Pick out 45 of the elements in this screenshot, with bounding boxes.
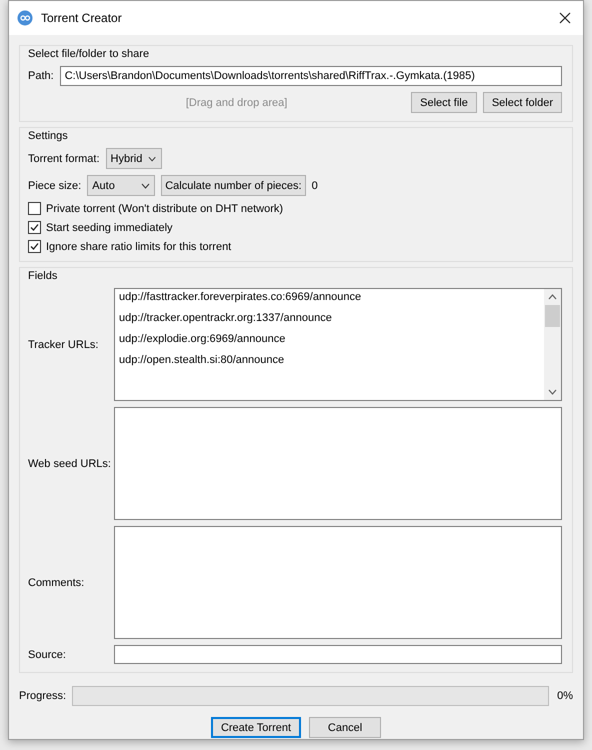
- chevron-down-icon: [141, 182, 150, 188]
- checkbox[interactable]: [28, 221, 41, 234]
- field-label: Tracker URLs:: [28, 338, 100, 350]
- tracker-url: udp://explodie.org:6969/announce: [119, 333, 286, 345]
- scroll-thumb[interactable]: [545, 305, 560, 327]
- group-title: Select file/folder to share: [28, 48, 150, 60]
- pieces-count: 0: [312, 180, 318, 192]
- app-logo-icon: [17, 10, 33, 26]
- progress-label: Progress:: [19, 690, 66, 702]
- scrollbar[interactable]: [544, 289, 561, 400]
- source-field[interactable]: [114, 645, 562, 664]
- tracker-list-field[interactable]: udp://fasttracker.foreverpirates.co:6969/announce udp://tracker.opentrackr.org:1337/announce udp://explodie.org:6969/announce udp://open.stealth.si:80/announce: [114, 288, 562, 401]
- checkbox[interactable]: [28, 240, 41, 253]
- window-title: Torrent Creator: [41, 11, 123, 25]
- piece-size-dropdown[interactable]: Auto: [87, 175, 156, 196]
- scroll-down-icon[interactable]: [548, 389, 557, 395]
- chevron-down-icon: [148, 156, 157, 162]
- group-title: Settings: [28, 130, 68, 142]
- comments-field[interactable]: [114, 526, 562, 639]
- select-button[interactable]: Select folder: [482, 92, 562, 113]
- field-label: Source:: [28, 648, 67, 660]
- checkbox-label: Ignore share ratio limits for this torrent: [46, 240, 232, 252]
- group-title: Fields: [28, 270, 58, 282]
- progress-reading: 0%: [557, 690, 573, 702]
- format-dropdown[interactable]: Hybrid: [106, 148, 162, 169]
- checkbox[interactable]: [28, 202, 41, 215]
- tracker-url: udp://open.stealth.si:80/announce: [119, 354, 286, 366]
- field-label: Torrent format:: [28, 152, 100, 164]
- field-label: Comments:: [28, 576, 86, 588]
- close-icon[interactable]: [559, 12, 571, 24]
- path-field[interactable]: C:\Users\Brandon\Documents\Downloads\torrents\shared\RiffTrax.-.Gymkata.(1985): [60, 66, 562, 86]
- dialog-button[interactable]: Create Torrent: [210, 717, 302, 738]
- field-label: Piece size:: [28, 180, 82, 192]
- calculate-button[interactable]: Calculate number of pieces:: [161, 175, 306, 196]
- select-button[interactable]: Select file: [411, 92, 477, 113]
- field-label: Path:: [28, 70, 54, 82]
- web-seed-field[interactable]: [114, 407, 562, 520]
- tracker-url: udp://fasttracker.foreverpirates.co:6969/announce: [119, 291, 362, 303]
- checkbox-label: Start seeding immediately: [46, 222, 173, 234]
- tracker-url: udp://tracker.opentrackr.org:1337/announce: [119, 312, 333, 324]
- scroll-up-icon[interactable]: [548, 294, 557, 300]
- dialog-button[interactable]: Cancel: [309, 717, 382, 738]
- field-label: Web seed URLs:: [28, 458, 112, 470]
- drop-area-hint: [Drag and drop area]: [184, 96, 288, 108]
- checkbox-label: Private torrent (Won't distribute on DHT network): [46, 202, 284, 214]
